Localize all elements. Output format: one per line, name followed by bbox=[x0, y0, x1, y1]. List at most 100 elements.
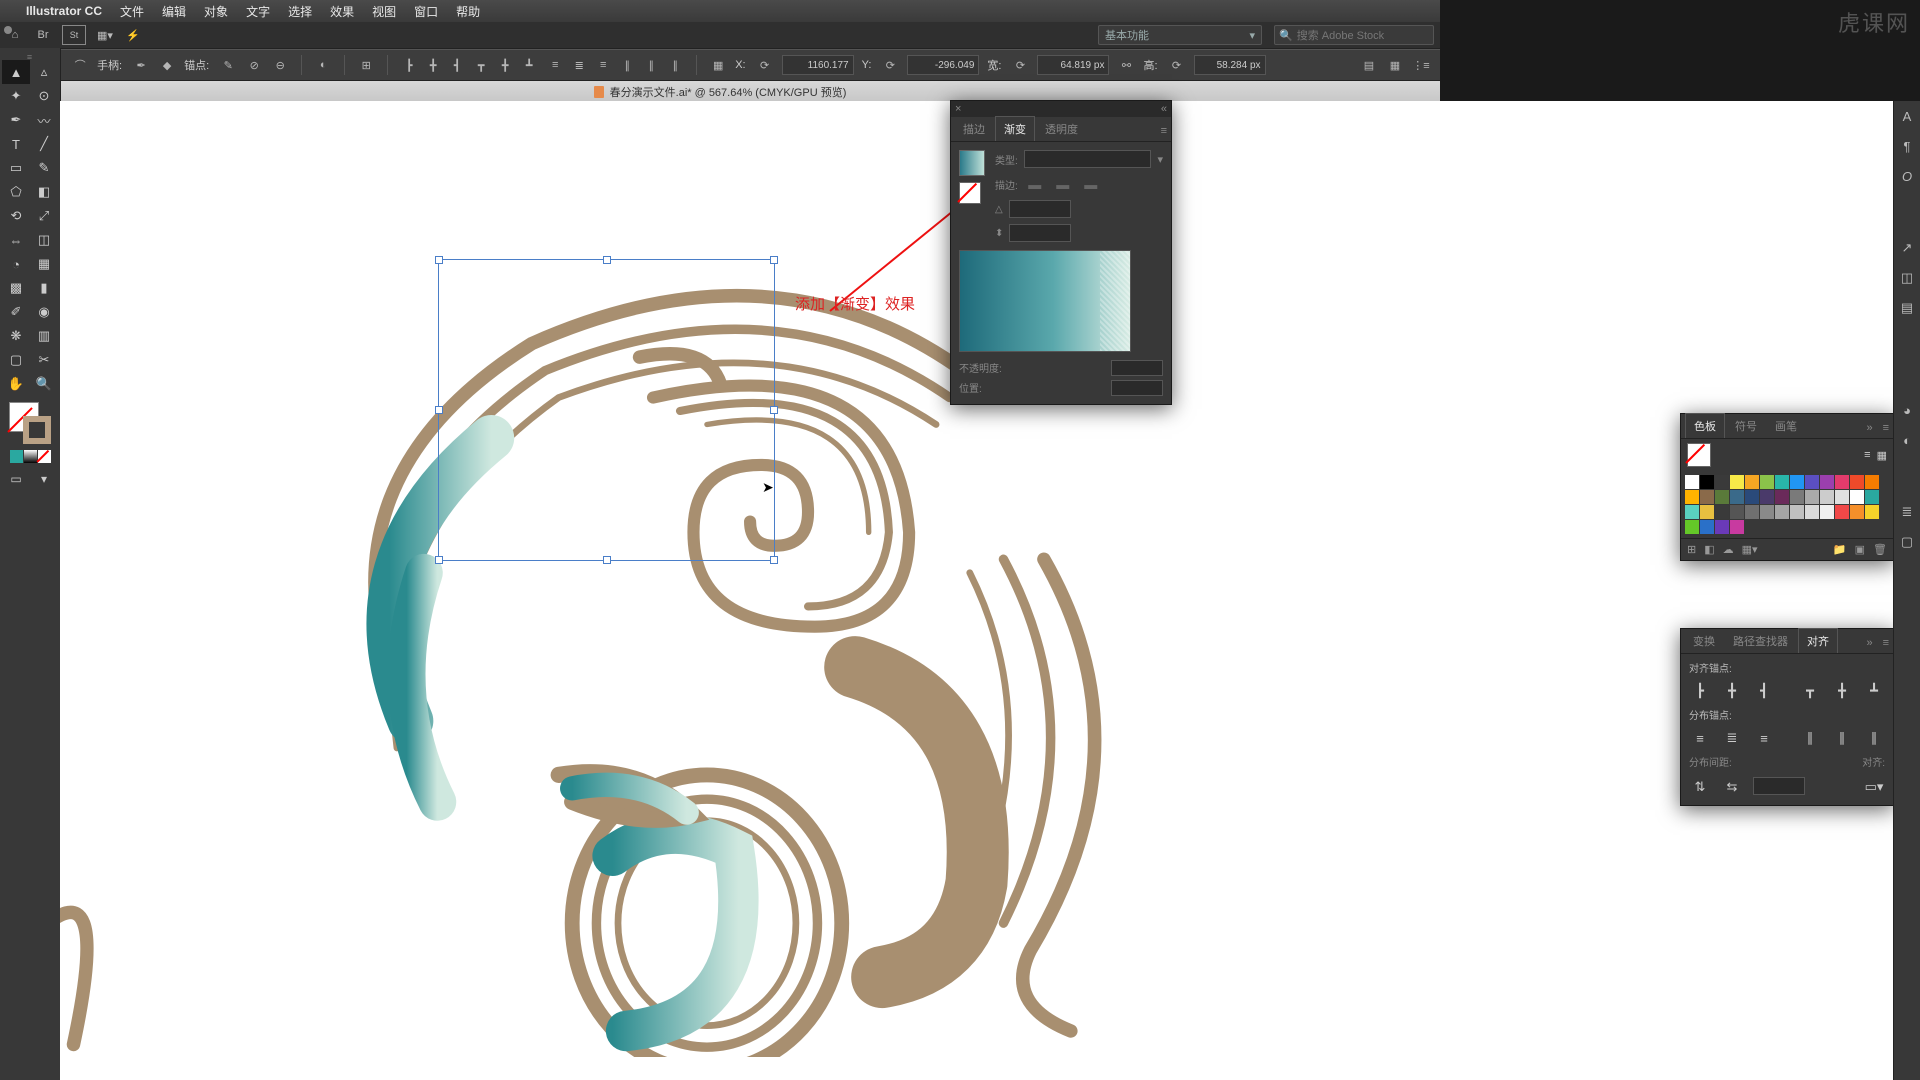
da-left-icon[interactable]: ∥ bbox=[1799, 728, 1821, 748]
align-right-icon[interactable]: ┫ bbox=[448, 56, 466, 74]
arrange-docs-icon[interactable]: ▦▾ bbox=[96, 26, 114, 44]
da-top-icon[interactable]: ≡ bbox=[1689, 728, 1711, 748]
swatch-color[interactable] bbox=[1835, 505, 1849, 519]
h-field[interactable]: 58.284 px bbox=[1194, 55, 1266, 75]
da-vcenter-icon[interactable]: ≣ bbox=[1721, 728, 1743, 748]
gpu-icon[interactable]: ⚡ bbox=[124, 26, 142, 44]
constrain-icon[interactable]: ⚯ bbox=[1117, 56, 1135, 74]
swatch-color[interactable] bbox=[1865, 505, 1879, 519]
mesh-tool[interactable]: ▩ bbox=[2, 276, 30, 300]
panel-menu-icon[interactable]: ≡ bbox=[1879, 418, 1893, 438]
swatch-fill-stroke[interactable] bbox=[1687, 443, 1711, 467]
menu-select[interactable]: 选择 bbox=[288, 3, 312, 20]
align-top-icon[interactable]: ┳ bbox=[472, 56, 490, 74]
align-bottom-icon[interactable]: ┻ bbox=[520, 56, 538, 74]
aa-hcenter-icon[interactable]: ╋ bbox=[1721, 681, 1743, 701]
w-link-icon[interactable]: ⟳ bbox=[1011, 56, 1029, 74]
dist-vcenter-icon[interactable]: ∥ bbox=[642, 56, 660, 74]
gradient-fill-thumb[interactable] bbox=[959, 150, 985, 176]
tab-transparency[interactable]: 透明度 bbox=[1037, 117, 1086, 141]
da-hcenter-icon[interactable]: ∥ bbox=[1831, 728, 1853, 748]
gradient-type-dropdown[interactable] bbox=[1024, 150, 1152, 168]
magic-wand-tool[interactable]: ✦ bbox=[2, 84, 30, 108]
layers-panel-icon[interactable]: ≣ bbox=[1898, 503, 1916, 521]
dist-hcenter-icon[interactable]: ≣ bbox=[570, 56, 588, 74]
selection-tool[interactable]: ▲ bbox=[2, 60, 30, 84]
align-hcenter-icon[interactable]: ╋ bbox=[424, 56, 442, 74]
rotate-tool[interactable]: ⟲ bbox=[2, 204, 30, 228]
panel-menu-icon[interactable]: ≡ bbox=[1157, 121, 1171, 141]
document-title[interactable]: 春分演示文件.ai* @ 567.64% (CMYK/GPU 预览) bbox=[610, 84, 847, 100]
swatch-color[interactable] bbox=[1730, 505, 1744, 519]
asset-panel-icon[interactable]: ◫ bbox=[1898, 269, 1916, 287]
aa-right-icon[interactable]: ┫ bbox=[1753, 681, 1775, 701]
gradient-stroke-thumb[interactable] bbox=[959, 182, 981, 204]
shaper-tool[interactable]: ⬠ bbox=[2, 180, 30, 204]
new-group-icon[interactable]: 📁 bbox=[1833, 543, 1847, 556]
perspective-tool[interactable]: ▦ bbox=[30, 252, 58, 276]
delete-swatch-icon[interactable]: 🗑 bbox=[1873, 543, 1887, 556]
slice-tool[interactable]: ✂ bbox=[30, 348, 58, 372]
curvature-tool[interactable]: 〰 bbox=[30, 108, 58, 132]
bridge-icon[interactable]: Br bbox=[34, 26, 52, 44]
stroke-grad-1-icon[interactable]: ▬ bbox=[1024, 174, 1046, 194]
new-swatch-icon[interactable]: ▣ bbox=[1855, 543, 1865, 556]
swatch-color[interactable] bbox=[1700, 490, 1714, 504]
fill-stroke-control[interactable] bbox=[9, 402, 51, 444]
swatch-color[interactable] bbox=[1760, 475, 1774, 489]
shape-builder-tool[interactable]: ◔ bbox=[2, 252, 30, 276]
menu-file[interactable]: 文件 bbox=[120, 3, 144, 20]
menu-edit[interactable]: 编辑 bbox=[162, 3, 186, 20]
swatch-color[interactable] bbox=[1730, 520, 1744, 534]
workspace-switcher[interactable]: 基本功能▾ bbox=[1098, 25, 1262, 45]
panel-collapse-icon[interactable]: « bbox=[1161, 103, 1167, 115]
isolate-icon[interactable]: ◐ bbox=[314, 56, 332, 74]
window-close-icon[interactable] bbox=[4, 26, 12, 34]
align-to-icon[interactable]: ▤ bbox=[1360, 56, 1378, 74]
width-tool[interactable]: ⇔ bbox=[2, 228, 30, 252]
connect-anchor-icon[interactable]: ⊘ bbox=[245, 56, 263, 74]
recent-color-3[interactable] bbox=[38, 450, 51, 463]
rectangle-tool[interactable]: ▭ bbox=[2, 156, 30, 180]
swatch-color[interactable] bbox=[1760, 490, 1774, 504]
blend-tool[interactable]: ◉ bbox=[30, 300, 58, 324]
swatch-color[interactable] bbox=[1850, 505, 1864, 519]
selection-bounding-box[interactable] bbox=[438, 259, 775, 561]
aa-top-icon[interactable]: ┳ bbox=[1799, 681, 1821, 701]
swatch-color[interactable] bbox=[1865, 475, 1879, 489]
swatch-color[interactable] bbox=[1820, 475, 1834, 489]
export-panel-icon[interactable]: ↗ bbox=[1898, 239, 1916, 257]
swatch-color[interactable] bbox=[1865, 490, 1879, 504]
swatch-color[interactable] bbox=[1700, 475, 1714, 489]
align-left-icon[interactable]: ┣ bbox=[400, 56, 418, 74]
column-graph-tool[interactable]: ▥ bbox=[30, 324, 58, 348]
aa-left-icon[interactable]: ┣ bbox=[1689, 681, 1711, 701]
y-field[interactable]: -296.049 bbox=[907, 55, 979, 75]
tab-pathfinder[interactable]: 路径查找器 bbox=[1725, 629, 1796, 653]
aa-bottom-icon[interactable]: ┻ bbox=[1863, 681, 1885, 701]
swatch-color[interactable] bbox=[1835, 475, 1849, 489]
scale-tool[interactable]: ⤢ bbox=[30, 204, 58, 228]
swatch-color[interactable] bbox=[1715, 475, 1729, 489]
dist-top-icon[interactable]: ∥ bbox=[618, 56, 636, 74]
grid-view-icon[interactable]: ▦ bbox=[1877, 449, 1887, 462]
swatch-color[interactable] bbox=[1685, 505, 1699, 519]
zoom-tool[interactable]: 🔍 bbox=[30, 372, 58, 396]
color-guide-icon[interactable]: ◐ bbox=[1898, 431, 1916, 449]
type-tool[interactable]: T bbox=[2, 132, 30, 156]
tab-brushes[interactable]: 画笔 bbox=[1767, 414, 1805, 438]
eyedropper-tool[interactable]: ✐ bbox=[2, 300, 30, 324]
da-right-icon[interactable]: ∥ bbox=[1863, 728, 1885, 748]
stroke-grad-3-icon[interactable]: ▬ bbox=[1080, 174, 1102, 194]
opentype-panel-icon[interactable]: O bbox=[1898, 167, 1916, 185]
more-options-icon[interactable]: ⋮≡ bbox=[1412, 56, 1430, 74]
swatch-color[interactable] bbox=[1745, 490, 1759, 504]
hand-tool[interactable]: ✋ bbox=[2, 372, 30, 396]
color-panel-icon[interactable]: ◕ bbox=[1898, 401, 1916, 419]
h-link-icon[interactable]: ⟳ bbox=[1168, 56, 1186, 74]
gradient-angle-field[interactable] bbox=[1009, 200, 1071, 218]
gradient-ramp[interactable] bbox=[959, 250, 1131, 352]
stock-icon[interactable]: St bbox=[62, 25, 86, 45]
swatch-color[interactable] bbox=[1685, 520, 1699, 534]
convert-anchor-smooth-icon[interactable]: ⌒ bbox=[71, 56, 89, 74]
